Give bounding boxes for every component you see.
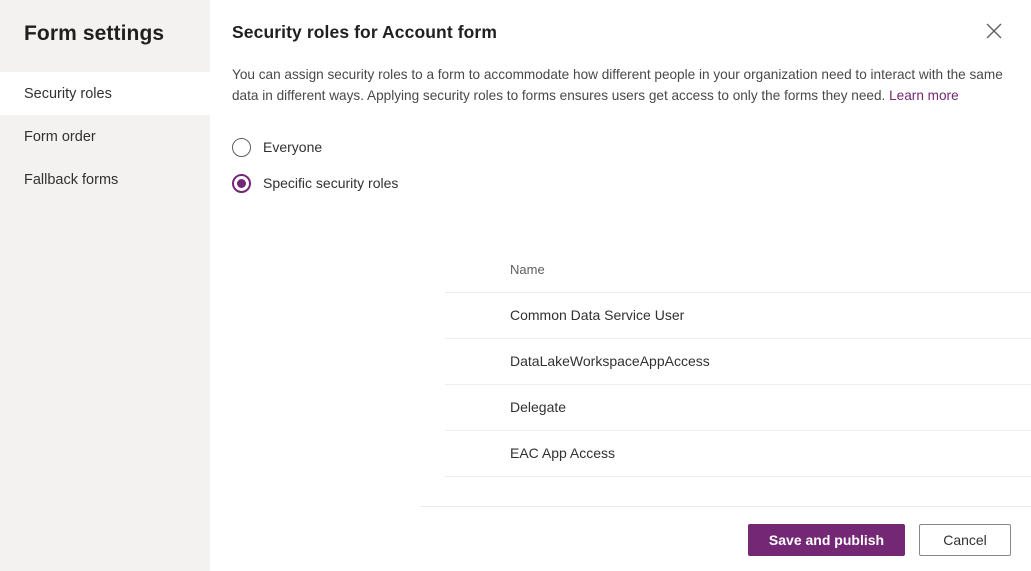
sidebar-item-fallback-forms[interactable]: Fallback forms — [0, 158, 210, 201]
table-row[interactable]: Delegate org787e3631 — [445, 384, 1031, 431]
panel-header: Security roles for Account form — [210, 0, 1031, 46]
column-header-business-unit[interactable]: Business Unit — [863, 247, 1031, 293]
main-panel: Security roles for Account form You can … — [210, 0, 1031, 571]
security-roles-table: Name Business Unit Common Data Service U… — [445, 247, 1031, 477]
radio-everyone-label: Everyone — [263, 139, 323, 155]
sidebar-title: Form settings — [24, 22, 165, 45]
cell-role-name: Delegate — [445, 384, 863, 431]
cell-business-unit: org787e3631 — [863, 384, 1031, 431]
radio-specific-mark — [232, 173, 251, 193]
table-row[interactable]: DataLakeWorkspaceAppAccess org787e3631 — [445, 338, 1031, 385]
radio-option-specific-security-roles[interactable]: Specific security roles — [232, 168, 1031, 198]
column-header-name[interactable]: Name — [445, 247, 863, 293]
table-scroll-area: Name Business Unit Common Data Service U… — [445, 247, 1031, 491]
sidebar-item-label: Form order — [24, 128, 96, 145]
sidebar-item-label: Fallback forms — [24, 171, 119, 188]
sidebar: Form settings Security roles Form order … — [0, 0, 210, 571]
security-roles-table-container: Name Business Unit Common Data Service U… — [445, 247, 1031, 491]
dialog-footer: Save and publish Cancel — [748, 524, 1011, 556]
sidebar-item-form-order[interactable]: Form order — [0, 115, 210, 158]
footer-divider — [420, 506, 1031, 507]
cell-business-unit: org787e3631 — [863, 430, 1031, 477]
radio-everyone-mark — [232, 137, 251, 157]
learn-more-link[interactable]: Learn more — [889, 88, 959, 103]
radio-option-everyone[interactable]: Everyone — [232, 132, 1031, 162]
sidebar-nav: Security roles Form order Fallback forms — [0, 72, 210, 201]
description-text: You can assign security roles to a form … — [232, 67, 1003, 103]
close-glyph — [986, 23, 1002, 39]
cell-business-unit: org787e3631 — [863, 338, 1031, 385]
save-and-publish-button[interactable]: Save and publish — [748, 524, 905, 556]
form-settings-dialog: Form settings Security roles Form order … — [0, 0, 1031, 571]
sidebar-item-label: Security roles — [24, 85, 112, 102]
close-icon[interactable] — [979, 16, 1009, 46]
cell-role-name: Common Data Service User — [445, 292, 863, 339]
table-header-row: Name Business Unit — [445, 247, 1031, 293]
page-title: Security roles for Account form — [232, 22, 498, 42]
panel-description: You can assign security roles to a form … — [232, 64, 1007, 106]
radio-specific-label: Specific security roles — [263, 175, 399, 191]
cancel-button[interactable]: Cancel — [919, 524, 1011, 556]
sidebar-item-security-roles[interactable]: Security roles — [0, 72, 210, 115]
cell-role-name: EAC App Access — [445, 430, 863, 477]
table-row[interactable]: EAC App Access org787e3631 — [445, 430, 1031, 477]
table-body: Common Data Service User org787e3631 Dat… — [445, 292, 1031, 477]
cell-business-unit: org787e3631 — [863, 292, 1031, 339]
cell-role-name: DataLakeWorkspaceAppAccess — [445, 338, 863, 385]
radio-selected-dot — [237, 178, 246, 188]
table-header: Name Business Unit — [445, 247, 1031, 293]
table-row[interactable]: Common Data Service User org787e3631 — [445, 292, 1031, 339]
access-scope-radio-group: Everyone Specific security roles — [232, 132, 1031, 198]
